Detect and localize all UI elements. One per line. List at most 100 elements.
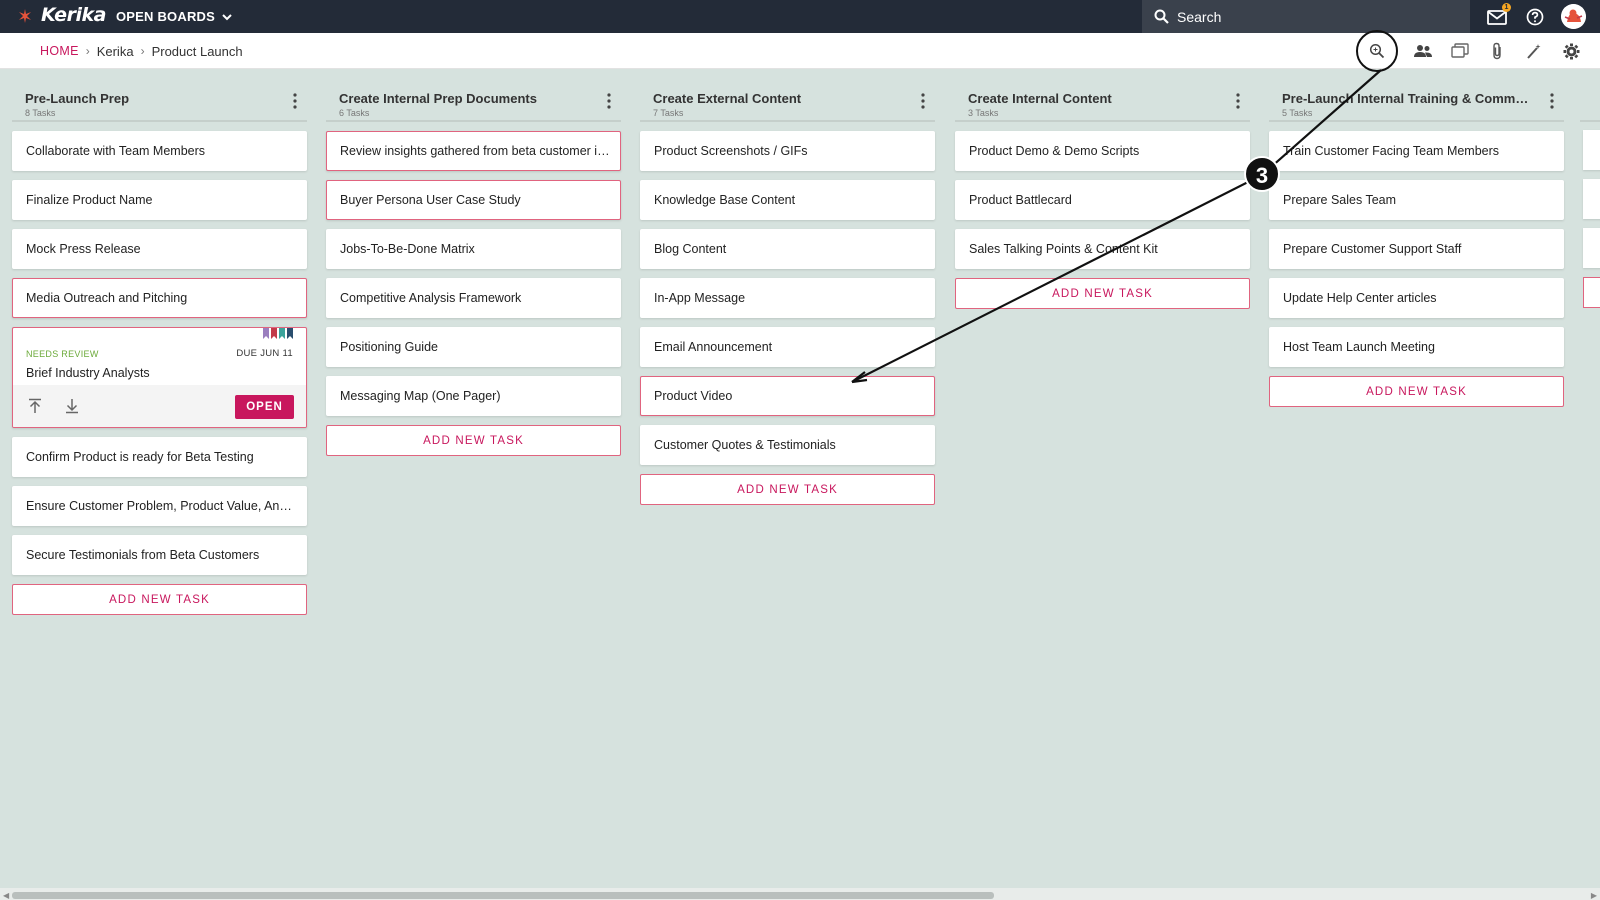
column-partial-next	[1580, 86, 1600, 386]
expanded-task-card[interactable]: NEEDS REVIEW DUE JUN 11 Brief Industry A…	[12, 327, 307, 428]
breadcrumb-home[interactable]: HOME	[40, 44, 79, 58]
task-card[interactable]: Secure Testimonials from Beta Customers	[12, 535, 307, 575]
task-card[interactable]: Prepare Customer Support Staff	[1269, 229, 1564, 269]
task-card[interactable]: Messaging Map (One Pager)	[326, 376, 621, 416]
task-due-date: DUE JUN 11	[236, 348, 293, 359]
task-card[interactable]: Collaborate with Team Members	[12, 131, 307, 171]
add-new-task-button[interactable]: ADD NEW TASK	[955, 278, 1250, 309]
task-card[interactable]: Ensure Customer Problem, Product Value, …	[12, 486, 307, 526]
task-card[interactable]: Sales Talking Points & Content Kit	[955, 229, 1250, 269]
task-card-label: Email Announcement	[654, 340, 773, 354]
open-task-button[interactable]: OPEN	[235, 395, 294, 419]
task-card-label: Review insights gathered from beta custo…	[340, 144, 612, 158]
breadcrumb-bar: HOME › Kerika › Product Launch	[0, 33, 1600, 69]
task-card[interactable]: In-App Message	[640, 278, 935, 318]
horizontal-scrollbar[interactable]: ◀ ▶	[0, 888, 1600, 900]
task-card-actions: OPEN	[13, 385, 306, 427]
zoom-search-icon	[1369, 43, 1385, 59]
tag-ribbon-icon	[279, 328, 285, 339]
add-new-task-button[interactable]: ADD NEW TASK	[1269, 376, 1564, 407]
column-header: Pre-Launch Prep 8 Tasks	[12, 86, 307, 122]
help-icon	[1526, 8, 1544, 26]
task-card[interactable]: Product Screenshots / GIFs	[640, 131, 935, 171]
search-input[interactable]	[1177, 8, 1457, 25]
task-card[interactable]: Mock Press Release	[12, 229, 307, 269]
settings-button[interactable]	[1560, 40, 1582, 62]
task-card[interactable]: Customer Quotes & Testimonials	[640, 425, 935, 465]
tag-ribbon-icon	[287, 328, 293, 339]
task-card-label: Blog Content	[654, 242, 727, 256]
team-button[interactable]	[1412, 40, 1434, 62]
breadcrumb-workspace[interactable]: Kerika	[97, 44, 134, 59]
column-create-internal-prep-documents: Create Internal Prep Documents 6 Tasks R…	[326, 86, 621, 456]
chat-button[interactable]	[1449, 40, 1471, 62]
task-tags	[263, 328, 293, 339]
task-card[interactable]: Review insights gathered from beta custo…	[326, 131, 621, 171]
move-to-top-icon[interactable]	[26, 397, 44, 415]
more-vertical-icon[interactable]	[1232, 92, 1244, 110]
task-card-label: Product Video	[654, 389, 733, 403]
scroll-left-icon[interactable]: ◀	[3, 891, 9, 900]
task-card[interactable]: Blog Content	[640, 229, 935, 269]
task-card[interactable]: Positioning Guide	[326, 327, 621, 367]
column-title[interactable]: Pre-Launch Prep	[25, 91, 275, 106]
column-title[interactable]: Create Internal Prep Documents	[339, 91, 589, 106]
chat-icon	[1451, 43, 1469, 58]
open-boards-menu[interactable]: OPEN BOARDS	[116, 0, 233, 33]
column-task-count: 3 Tasks	[968, 108, 999, 118]
column-header: Create External Content 7 Tasks	[640, 86, 935, 122]
gear-icon	[1563, 43, 1579, 59]
task-card-label: Messaging Map (One Pager)	[340, 389, 501, 403]
mail-button[interactable]: 1	[1486, 3, 1511, 28]
column-header: Create Internal Content 3 Tasks	[955, 86, 1250, 122]
task-card[interactable]: Prepare Sales Team	[1269, 180, 1564, 220]
column-title[interactable]: Create Internal Content	[968, 91, 1218, 106]
task-card[interactable]: Train Customer Facing Team Members	[1269, 131, 1564, 171]
task-card-label: Buyer Persona User Case Study	[340, 193, 521, 207]
task-card[interactable]: Competitive Analysis Framework	[326, 278, 621, 318]
column-create-internal-content: Create Internal Content 3 Tasks Product …	[955, 86, 1250, 309]
move-to-bottom-icon[interactable]	[63, 397, 81, 415]
breadcrumb-board: Product Launch	[151, 43, 243, 59]
task-card[interactable]: Buyer Persona User Case Study	[326, 180, 621, 220]
tag-ribbon-icon	[263, 328, 269, 339]
attachments-button[interactable]	[1486, 40, 1508, 62]
task-card[interactable]: Update Help Center articles	[1269, 278, 1564, 318]
task-card[interactable]: Jobs-To-Be-Done Matrix	[326, 229, 621, 269]
task-card[interactable]: Product Demo & Demo Scripts	[955, 131, 1250, 171]
task-card-label: Prepare Sales Team	[1283, 193, 1397, 207]
task-card[interactable]: Knowledge Base Content	[640, 180, 935, 220]
column-task-count: 6 Tasks	[339, 108, 370, 118]
user-avatar[interactable]	[1561, 4, 1586, 29]
kerika-logo-text[interactable]: Kerika	[41, 4, 106, 26]
column-pre-launch-prep: Pre-Launch Prep 8 Tasks Collaborate with…	[12, 86, 307, 615]
add-new-task-button[interactable]: ADD NEW TASK	[326, 425, 621, 456]
more-vertical-icon[interactable]	[289, 92, 301, 110]
paperclip-icon	[1493, 42, 1501, 60]
help-button[interactable]	[1524, 6, 1546, 28]
task-card[interactable]: Media Outreach and Pitching	[12, 278, 307, 318]
task-card[interactable]: Finalize Product Name	[12, 180, 307, 220]
task-card[interactable]: Host Team Launch Meeting	[1269, 327, 1564, 367]
more-vertical-icon[interactable]	[603, 92, 615, 110]
add-new-task-button[interactable]: ADD NEW TASK	[12, 584, 307, 615]
more-vertical-icon[interactable]	[1546, 92, 1558, 110]
add-new-task-button[interactable]: ADD NEW TASK	[640, 474, 935, 505]
column-title[interactable]: Pre-Launch Internal Training & Communi..…	[1282, 91, 1532, 106]
task-card[interactable]: Product Battlecard	[955, 180, 1250, 220]
board-search-button[interactable]	[1366, 40, 1388, 62]
more-vertical-icon[interactable]	[917, 92, 929, 110]
scrollbar-thumb[interactable]	[12, 892, 994, 899]
kerika-logo-icon[interactable]	[16, 7, 34, 25]
magic-wand-icon	[1527, 44, 1541, 59]
scroll-right-icon[interactable]: ▶	[1591, 891, 1597, 900]
search-icon	[1154, 9, 1169, 24]
search-box[interactable]	[1142, 0, 1470, 33]
column-title[interactable]: Create External Content	[653, 91, 903, 106]
board-tools-button[interactable]	[1523, 40, 1545, 62]
task-card[interactable]: Product Video	[640, 376, 935, 416]
task-card[interactable]: Confirm Product is ready for Beta Testin…	[12, 437, 307, 477]
task-card-label: Confirm Product is ready for Beta Testin…	[26, 450, 254, 464]
task-card[interactable]: Email Announcement	[640, 327, 935, 367]
column-task-count: 5 Tasks	[1282, 108, 1313, 118]
